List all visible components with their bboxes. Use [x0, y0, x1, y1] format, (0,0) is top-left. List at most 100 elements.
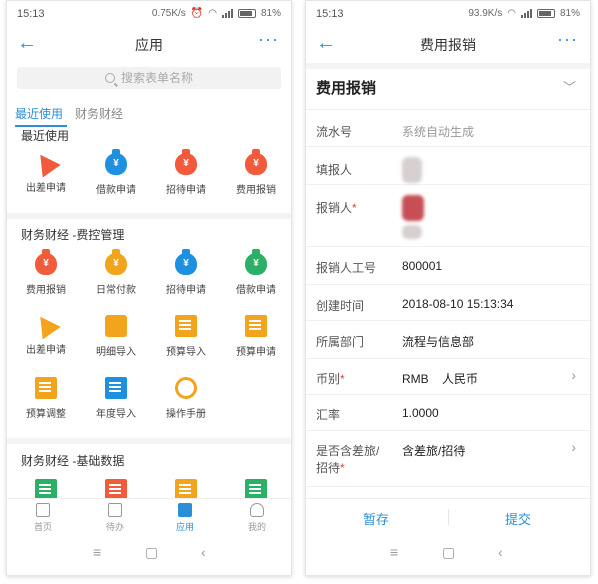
- field-label: 币别: [316, 372, 341, 386]
- more-icon[interactable]: ···: [557, 29, 578, 50]
- menu-icon[interactable]: ≡: [390, 544, 398, 560]
- page-title: 应用: [135, 37, 163, 53]
- section-title-cost-control: 财务财经 -费控管理: [21, 228, 125, 242]
- chevron-down-icon[interactable]: ﹀: [563, 77, 576, 96]
- network-speed: 0.75K/s: [151, 8, 186, 19]
- required-mark: *: [340, 372, 345, 386]
- category-tabs: 最近使用 财务财经: [7, 101, 291, 127]
- battery-percent: 81%: [559, 8, 580, 19]
- tab-recent[interactable]: 最近使用: [15, 105, 63, 122]
- field-exchange-rate[interactable]: 汇率 1.0000: [306, 395, 590, 431]
- app-tile[interactable]: 年度导入: [81, 377, 151, 420]
- app-tile-label: 预算申请: [236, 347, 276, 358]
- home-icon: [36, 503, 50, 517]
- field-filler[interactable]: 填报人: [306, 147, 590, 185]
- field-value: 流程与信息部: [402, 335, 475, 349]
- field-value: 系统自动生成: [402, 125, 475, 139]
- app-tile[interactable]: 预算调整: [11, 377, 81, 420]
- battery-icon: [237, 9, 256, 18]
- field-label: 报销人工号: [316, 261, 377, 275]
- document-icon: [35, 377, 57, 399]
- bottom-tab-todo[interactable]: 待办: [85, 503, 145, 533]
- app-tile-label: 出差申请: [26, 183, 66, 194]
- signal-icon: [221, 9, 233, 18]
- submit-button[interactable]: 提交: [468, 509, 568, 528]
- app-tile[interactable]: ¥ 日常付款: [81, 249, 151, 296]
- field-travel-entertainment[interactable]: 是否含差旅/ 招待* 含差旅/招待 ›: [306, 431, 590, 487]
- app-tile[interactable]: 预算导入: [151, 315, 221, 358]
- app-tile-label: 招待申请: [166, 185, 206, 196]
- bottom-tab-label: 应用: [175, 522, 194, 532]
- search-input[interactable]: 搜索表单名称: [17, 67, 281, 89]
- field-value: 800001: [402, 259, 443, 273]
- avatar: [402, 225, 422, 239]
- field-value: 2018-08-10 15:13:34: [402, 297, 514, 311]
- app-tile-label: 借款申请: [96, 185, 136, 196]
- back-icon[interactable]: ‹: [498, 544, 503, 560]
- app-tile-label: 费用报销: [26, 285, 66, 296]
- app-tile[interactable]: 明细导入: [81, 315, 151, 358]
- back-icon[interactable]: ‹: [201, 544, 206, 560]
- field-value: 含差旅/招待: [402, 444, 466, 458]
- app-tile[interactable]: ¥ 借款申请: [81, 149, 151, 196]
- save-draft-button[interactable]: 暂存: [326, 509, 426, 528]
- bottom-tab-me[interactable]: 我的: [227, 503, 287, 533]
- field-claimant[interactable]: 报销人*: [306, 185, 590, 247]
- field-label: 所属部门: [316, 335, 365, 349]
- bottom-tab-home[interactable]: 首页: [13, 503, 73, 533]
- tab-finance[interactable]: 财务财经: [75, 105, 123, 122]
- apps-grid-icon: [178, 503, 192, 517]
- field-created: 创建时间 2018-08-10 15:13:34: [306, 285, 590, 321]
- app-tile[interactable]: ¥ 费用报销: [11, 249, 81, 296]
- home-button-icon[interactable]: ▢: [145, 544, 158, 561]
- money-bag-icon: ¥: [245, 249, 267, 275]
- battery-icon: [536, 9, 555, 18]
- divider: [7, 438, 291, 444]
- app-tile-label: 招待申请: [166, 285, 206, 296]
- app-tile[interactable]: 出差申请: [11, 148, 81, 194]
- app-tile-label: 借款申请: [236, 285, 276, 296]
- app-tile[interactable]: ¥ 借款申请: [221, 249, 291, 296]
- page-title: 费用报销: [420, 37, 476, 53]
- field-currency[interactable]: 币别* RMB 人民币 ›: [306, 359, 590, 395]
- more-icon[interactable]: ···: [258, 29, 279, 50]
- app-tile[interactable]: ¥ 费用报销: [221, 149, 291, 196]
- status-bar: 15:13 0.75K/s ⏰ ◠ 81%: [7, 1, 291, 27]
- money-bag-icon: ¥: [35, 249, 57, 275]
- app-tile-label: 预算导入: [166, 347, 206, 358]
- nav-bar: ← 应用 ···: [7, 27, 291, 61]
- money-bag-icon: ¥: [245, 149, 267, 175]
- refresh-icon: [175, 377, 197, 399]
- field-value: 1.0000: [402, 406, 439, 420]
- app-tile-label: 明细导入: [96, 347, 136, 358]
- bottom-tab-apps[interactable]: 应用: [155, 503, 215, 533]
- app-tile-label: 预算调整: [26, 409, 66, 420]
- money-bag-icon: ¥: [175, 249, 197, 275]
- alarm-icon: ⏰: [190, 8, 204, 19]
- field-label: 招待: [316, 461, 341, 475]
- status-time: 15:13: [316, 8, 344, 20]
- field-label: 流水号: [316, 125, 353, 139]
- avatar: [402, 195, 424, 221]
- signal-icon: [520, 9, 532, 18]
- system-nav: ≡ ▢ ‹: [306, 538, 590, 568]
- app-tile[interactable]: ¥ 招待申请: [151, 249, 221, 296]
- apps-screen: 15:13 0.75K/s ⏰ ◠ 81% ← 应用 ··· 搜索表单名称 最近…: [6, 0, 292, 576]
- app-tile[interactable]: 操作手册: [151, 377, 221, 420]
- app-tile[interactable]: ¥ 招待申请: [151, 149, 221, 196]
- divider: [448, 509, 449, 525]
- nav-bar: ← 费用报销 ···: [306, 27, 590, 61]
- list-icon: [108, 503, 122, 517]
- field-label: 是否含差旅/: [316, 444, 380, 458]
- home-button-icon[interactable]: ▢: [442, 544, 455, 561]
- bottom-tab-label: 我的: [247, 522, 266, 532]
- divider: [7, 213, 291, 219]
- document-icon: [105, 377, 127, 399]
- system-nav: ≡ ▢ ‹: [7, 538, 291, 568]
- app-tile[interactable]: 出差申请: [11, 310, 81, 356]
- app-tile-label: 操作手册: [166, 409, 206, 420]
- wifi-icon: ◠: [507, 8, 516, 19]
- app-tile[interactable]: 预算申请: [221, 315, 291, 358]
- wifi-icon: ◠: [208, 8, 217, 19]
- menu-icon[interactable]: ≡: [93, 544, 101, 560]
